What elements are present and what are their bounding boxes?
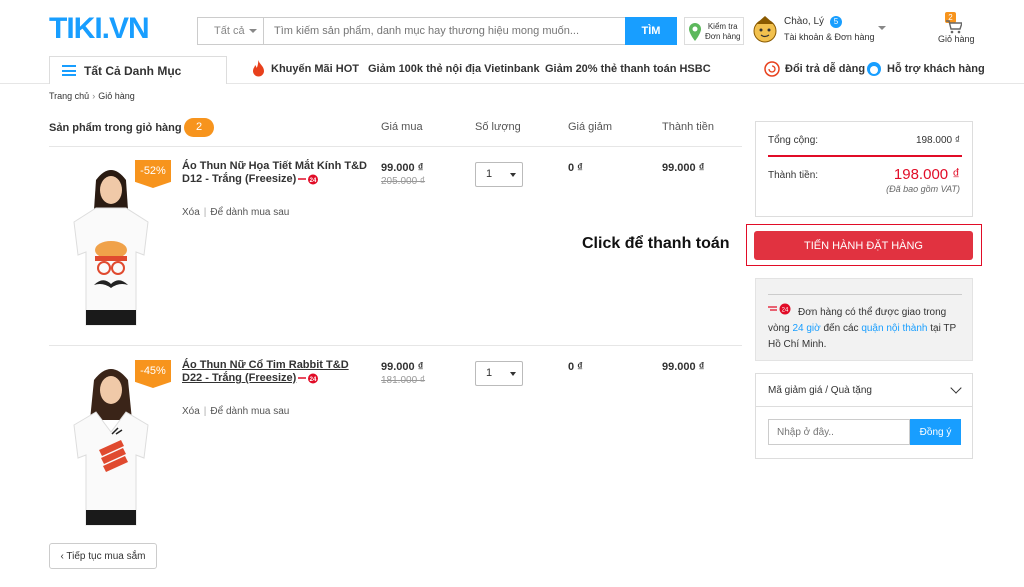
all-categories-label: Tất Cả Danh Mục [84, 64, 182, 78]
total-label: Thành tiền: [768, 170, 819, 181]
column-header-qty: Số lượng [475, 121, 521, 133]
notification-badge: 5 [830, 16, 842, 28]
divider [768, 294, 962, 295]
shipping-24h-link[interactable]: 24 giờ [792, 323, 820, 334]
product-name[interactable]: Áo Thun Nữ Cổ Tim Rabbit T&D D22 - Trắng… [182, 359, 367, 385]
tiki-now-24h-icon: 24 [298, 373, 319, 384]
divider [756, 406, 972, 407]
product-name[interactable]: Áo Thun Nữ Họa Tiết Mắt Kính T&D D12 - T… [182, 160, 367, 186]
continue-shopping-button[interactable]: ‹ Tiếp tục mua sắm [49, 543, 157, 569]
cart-icon [946, 20, 962, 34]
breadcrumb-home[interactable]: Trang chủ [49, 91, 89, 101]
header: TIKI.VN Tất cả TÌM Kiểm traĐơn hàng Chào… [0, 0, 1024, 56]
breadcrumb: Trang chủ › Giỏ hàng [49, 91, 135, 101]
save-for-later-link[interactable]: Để dành mua sau [210, 207, 289, 218]
column-header-total: Thành tiền [662, 121, 714, 133]
nav-link-returns[interactable]: Đổi trả dễ dàng [785, 63, 865, 75]
shipping-info: 24 Đơn hàng có thể được giao trong vòng … [755, 278, 973, 361]
nav-link-hsbc[interactable]: Giảm 20% thẻ thanh toán HSBC [545, 63, 711, 75]
item-total: 99.000 ₫ [662, 162, 705, 174]
breadcrumb-separator: › [92, 91, 96, 101]
subtotal-value: 198.000 ₫ [915, 135, 960, 146]
track-order-button[interactable]: Kiểm tra Đơn hàng [684, 17, 744, 45]
continue-shopping-label: Tiếp tục mua sắm [66, 550, 146, 562]
nav-link-support[interactable]: Hỗ trợ khách hàng [887, 63, 985, 75]
vat-note: (Đã bao gồm VAT) [886, 184, 960, 194]
item-discount: 0 ₫ [568, 361, 583, 373]
nav-link-vietinbank[interactable]: Giảm 100k thẻ nội địa Vietinbank [368, 63, 540, 75]
tiki-logo[interactable]: TIKI.VN [49, 12, 150, 46]
item-total: 99.000 ₫ [662, 361, 705, 373]
quantity-value: 1 [486, 367, 493, 379]
remove-link[interactable]: Xóa [182, 207, 200, 218]
coupon-input[interactable] [768, 419, 910, 445]
flame-icon [253, 60, 264, 77]
cart-item-count-badge: 2 [184, 118, 214, 137]
search-button[interactable]: TÌM [625, 17, 677, 45]
avatar [753, 16, 777, 43]
chevron-down-icon [510, 173, 516, 177]
track-order-line1: Kiểm tra [707, 22, 738, 31]
breadcrumb-current: Giỏ hàng [98, 91, 135, 101]
divider [49, 146, 742, 147]
account-greeting: Chào, Lý [784, 16, 825, 27]
item-discount: 0 ₫ [568, 162, 583, 174]
save-for-later-link[interactable]: Để dành mua sau [210, 406, 289, 417]
coupon-title[interactable]: Mã giảm giá / Quà tặng [768, 385, 872, 396]
svg-text:24: 24 [310, 178, 317, 184]
account-subtitle: Tài khoản & Đơn hàng [784, 32, 875, 42]
cart-title: Sản phẩm trong giỏ hàng [49, 122, 182, 134]
quantity-value: 1 [486, 168, 493, 180]
hamburger-icon [62, 65, 76, 76]
column-header-price: Giá mua [381, 121, 423, 133]
nav-bar: Tất Cả Danh Mục Khuyến Mãi HOT Giảm 100k… [0, 56, 1024, 84]
chevron-down-icon[interactable] [950, 382, 962, 394]
shipping-text: Đơn hàng có thể được giao trong vòng 24 … [768, 305, 968, 353]
cart-label: Giỏ hàng [938, 34, 975, 44]
search-input[interactable] [266, 20, 616, 42]
product-image[interactable] [66, 360, 156, 530]
chevron-down-icon [510, 372, 516, 376]
search-category-select[interactable]: Tất cả [198, 18, 264, 44]
divider [49, 345, 742, 346]
svg-text:24: 24 [310, 377, 317, 383]
subtotal-label: Tổng cộng: [768, 135, 819, 146]
total-value: 198.000 ₫ [893, 166, 960, 183]
return-icon [764, 61, 780, 77]
column-header-discount: Giá giảm [568, 121, 613, 133]
remove-link[interactable]: Xóa [182, 406, 200, 417]
action-separator: | [203, 406, 207, 417]
product-name-text: Áo Thun Nữ Cổ Tim Rabbit T&D D22 - Trắng… [182, 359, 349, 384]
item-old-price: 181.000 ₫ [381, 375, 426, 386]
item-price: 99.000 ₫ [381, 162, 424, 174]
apply-coupon-button[interactable]: Đồng ý [910, 419, 961, 445]
tiki-now-24h-icon: 24 [298, 174, 319, 185]
item-old-price: 205.000 ₫ [381, 176, 426, 187]
product-name-text: Áo Thun Nữ Họa Tiết Mắt Kính T&D D12 - T… [182, 160, 367, 185]
checkout-callout: Click để thanh toán [582, 235, 730, 252]
cart-button[interactable]: 2 Giỏ hàng [936, 12, 976, 48]
product-image[interactable] [66, 160, 156, 330]
track-order-line2: Đơn hàng [705, 32, 741, 41]
location-pin-icon [689, 23, 701, 41]
quantity-select[interactable]: 1 [475, 162, 523, 187]
shipping-districts-link[interactable]: quận nội thành [861, 323, 927, 334]
chevron-down-icon [249, 29, 257, 33]
nav-link-hot-deals[interactable]: Khuyến Mãi HOT [271, 63, 359, 75]
place-order-button[interactable]: TIẾN HÀNH ĐẶT HÀNG [754, 231, 973, 260]
search-category-label: Tất cả [214, 25, 245, 37]
order-summary: Tổng cộng: 198.000 ₫ Thành tiền: 198.000… [755, 121, 973, 217]
shipping-text-2: đến các [820, 323, 862, 334]
search-bar: Tất cả TÌM [197, 17, 677, 45]
support-icon [867, 62, 881, 76]
item-price: 99.000 ₫ [381, 361, 424, 373]
action-separator: | [203, 207, 207, 218]
divider [768, 155, 962, 157]
coupon-box: Mã giảm giá / Quà tặng Đồng ý [755, 373, 973, 459]
chevron-down-icon [878, 26, 886, 30]
all-categories-button[interactable]: Tất Cả Danh Mục [49, 56, 227, 84]
quantity-select[interactable]: 1 [475, 361, 523, 386]
